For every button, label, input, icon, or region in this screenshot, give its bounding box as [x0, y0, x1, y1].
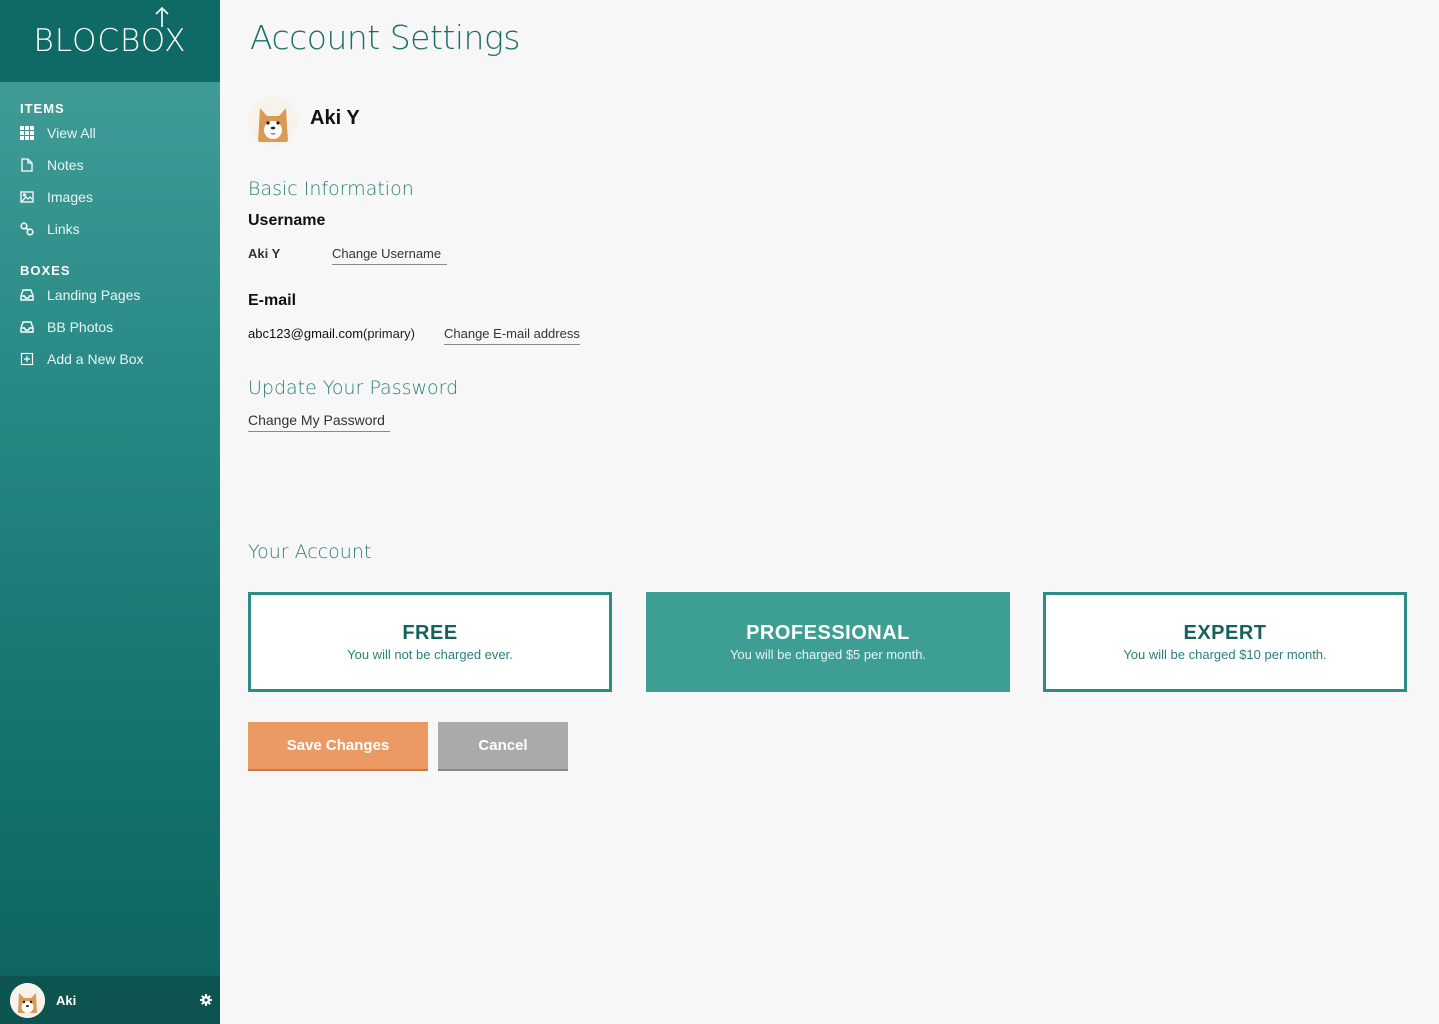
email-primary-note: (primary): [363, 326, 415, 341]
sidebar-item-label: Add a New Box: [47, 351, 144, 367]
change-username-link[interactable]: Change Username: [332, 246, 448, 265]
upload-arrow-icon: [154, 6, 169, 27]
account-heading: Your Account: [248, 541, 372, 563]
sidebar-item-label: BB Photos: [47, 319, 114, 335]
main-content: Account Settings Aki Y Basic Information…: [248, 0, 1439, 1024]
sidebar: BLOCBOX ITEMS View All Notes Images Link…: [0, 0, 220, 1024]
gear-icon[interactable]: [200, 994, 212, 1006]
link-icon: [20, 222, 34, 236]
user-bar: Aki: [0, 976, 220, 1024]
cancel-button[interactable]: Cancel: [438, 722, 568, 769]
change-email-link[interactable]: Change E-mail address: [444, 326, 580, 345]
sidebar-item-add-box[interactable]: Add a New Box: [20, 347, 210, 371]
email-label: E-mail: [248, 292, 297, 309]
plan-name: FREE: [402, 622, 458, 644]
profile-name: Aki Y: [310, 107, 360, 129]
plan-name: PROFESSIONAL: [746, 622, 910, 644]
password-heading: Update Your Password: [248, 377, 459, 399]
sidebar-item-links[interactable]: Links: [20, 217, 210, 241]
email-value: abc123@gmail.com: [248, 326, 364, 341]
plan-card-professional[interactable]: PROFESSIONAL You will be charged $5 per …: [646, 592, 1010, 692]
document-icon: [20, 158, 34, 172]
sidebar-item-images[interactable]: Images: [20, 185, 210, 209]
save-changes-button[interactable]: Save Changes: [248, 722, 428, 769]
inbox-icon: [20, 320, 34, 334]
avatar[interactable]: [10, 982, 45, 1018]
basic-info-heading: Basic Information: [248, 178, 414, 200]
image-icon: [20, 190, 34, 204]
inbox-icon: [20, 288, 34, 302]
sidebar-item-label: Images: [47, 189, 93, 205]
boxes-heading: BOXES: [20, 263, 71, 278]
user-name: Aki: [56, 992, 77, 1008]
brand-name: BLOCBOX: [33, 23, 187, 59]
sidebar-item-view-all[interactable]: View All: [20, 121, 210, 145]
brand-logo[interactable]: BLOCBOX: [33, 6, 187, 59]
page-title: Account Settings: [250, 18, 520, 57]
change-password-link[interactable]: Change My Password: [248, 412, 390, 432]
sidebar-item-label: View All: [47, 125, 96, 141]
plan-card-free[interactable]: FREE You will not be charged ever.: [248, 592, 612, 692]
items-heading: ITEMS: [20, 101, 65, 116]
username-label: Username: [248, 212, 326, 229]
sidebar-item-landing-pages[interactable]: Landing Pages: [20, 283, 210, 307]
plan-description: You will be charged $10 per month.: [1123, 647, 1327, 662]
profile-avatar[interactable]: [248, 96, 298, 146]
grid-icon: [20, 126, 34, 140]
username-value: Aki Y: [248, 246, 281, 261]
sidebar-item-bb-photos[interactable]: BB Photos: [20, 315, 210, 339]
brand-header: BLOCBOX: [0, 0, 220, 82]
sidebar-item-notes[interactable]: Notes: [20, 153, 210, 177]
sidebar-item-label: Links: [47, 221, 80, 237]
plan-card-expert[interactable]: EXPERT You will be charged $10 per month…: [1043, 592, 1407, 692]
plan-name: EXPERT: [1183, 622, 1267, 644]
plus-square-icon: [20, 352, 34, 366]
plan-description: You will be charged $5 per month.: [729, 647, 927, 662]
sidebar-item-label: Landing Pages: [47, 287, 141, 303]
plan-description: You will not be charged ever.: [347, 647, 513, 662]
sidebar-item-label: Notes: [47, 157, 84, 173]
